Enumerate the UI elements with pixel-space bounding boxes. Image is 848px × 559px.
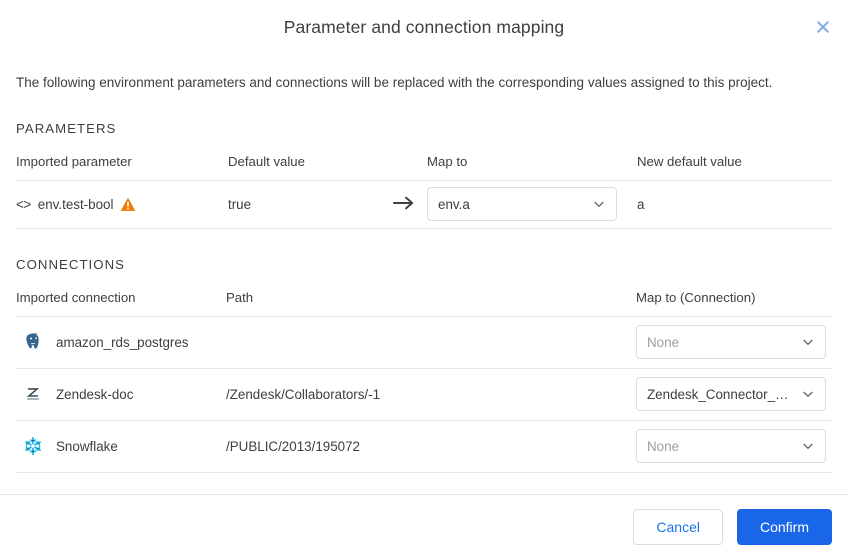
parameter-connection-mapping-dialog: Parameter and connection mapping The fol… [0,0,848,559]
connection-name: amazon_rds_postgres [56,334,189,350]
parameters-section-heading: PARAMETERS [16,120,117,136]
chevron-down-icon [594,202,604,208]
connection-map-to-value: None [647,438,680,454]
connections-table-header-row: Imported connection Path Map to (Connect… [16,289,832,317]
dialog-footer: Cancel Confirm [0,494,848,559]
connection-map-to-select[interactable]: Zendesk_Connector_… [636,377,826,412]
parameter-map-to-cell: env.a [427,180,637,229]
connection-map-to-value: None [647,334,680,350]
connection-name-cell: Snowflake [16,420,226,473]
parameter-map-to-select[interactable]: env.a [427,187,617,222]
dialog-description: The following environment parameters and… [16,75,773,90]
chevron-down-icon [803,340,813,346]
col-default-value: Default value [228,153,393,181]
cancel-button[interactable]: Cancel [633,509,723,545]
parameter-default-value: true [228,180,393,229]
connection-name: Snowflake [56,438,118,454]
chevron-down-icon [803,392,813,398]
confirm-button[interactable]: Confirm [736,509,832,545]
warning-icon [121,197,136,211]
snowflake-icon [25,437,41,456]
dialog-body: The following environment parameters and… [0,74,848,473]
parameters-table-header-row: Imported parameter Default value Map to … [16,153,832,181]
connection-map-to-cell: None [636,420,832,473]
col-imported-connection: Imported connection [16,289,226,317]
arrow-right-icon [393,196,414,210]
close-button[interactable] [810,14,836,40]
mapping-arrow-cell [393,180,427,229]
col-spacer [393,153,427,181]
chevron-down-icon [803,444,813,450]
connection-map-to-value: Zendesk_Connector_… [647,386,789,402]
col-new-default-value: New default value [637,153,832,181]
dialog-header: Parameter and connection mapping [0,0,848,54]
connection-name-cell: Zendesk-doc [16,368,226,421]
parameter-name: env.test-bool [37,196,114,212]
page-title: Parameter and connection mapping [283,16,565,37]
parameters-table: Imported parameter Default value Map to … [16,153,832,229]
connection-path: /PUBLIC/2013/195072 [226,420,636,473]
connection-path [226,316,636,369]
parameter-name-cell: <> env.test-bool [16,180,228,229]
connection-name-cell: amazon_rds_postgres [16,316,226,369]
col-path: Path [226,289,636,317]
col-map-to-connection: Map to (Connection) [636,289,832,317]
table-row: Snowflake /PUBLIC/2013/195072 None [16,420,832,473]
connection-name: Zendesk-doc [56,386,134,402]
connections-table: Imported connection Path Map to (Connect… [16,289,832,473]
col-map-to: Map to [427,153,637,181]
connection-map-to-select[interactable]: None [636,429,826,464]
connection-map-to-cell: None [636,316,832,369]
table-row: Zendesk-doc /Zendesk/Collaborators/-1 Ze… [16,368,832,421]
close-icon [817,21,829,33]
table-row: amazon_rds_postgres None [16,316,832,369]
parameter-new-default-value: a [637,180,832,229]
parameter-map-to-value: env.a [438,196,470,212]
connection-map-to-select[interactable]: None [636,325,826,360]
postgresql-icon [26,333,39,349]
connections-section-heading: CONNECTIONS [16,256,125,272]
code-brackets-icon: <> [16,196,31,212]
connection-map-to-cell: Zendesk_Connector_… [636,368,832,421]
zendesk-icon [26,388,40,401]
table-row: <> env.test-bool true env.a a [16,180,832,229]
connection-path: /Zendesk/Collaborators/-1 [226,368,636,421]
col-imported-parameter: Imported parameter [16,153,228,181]
